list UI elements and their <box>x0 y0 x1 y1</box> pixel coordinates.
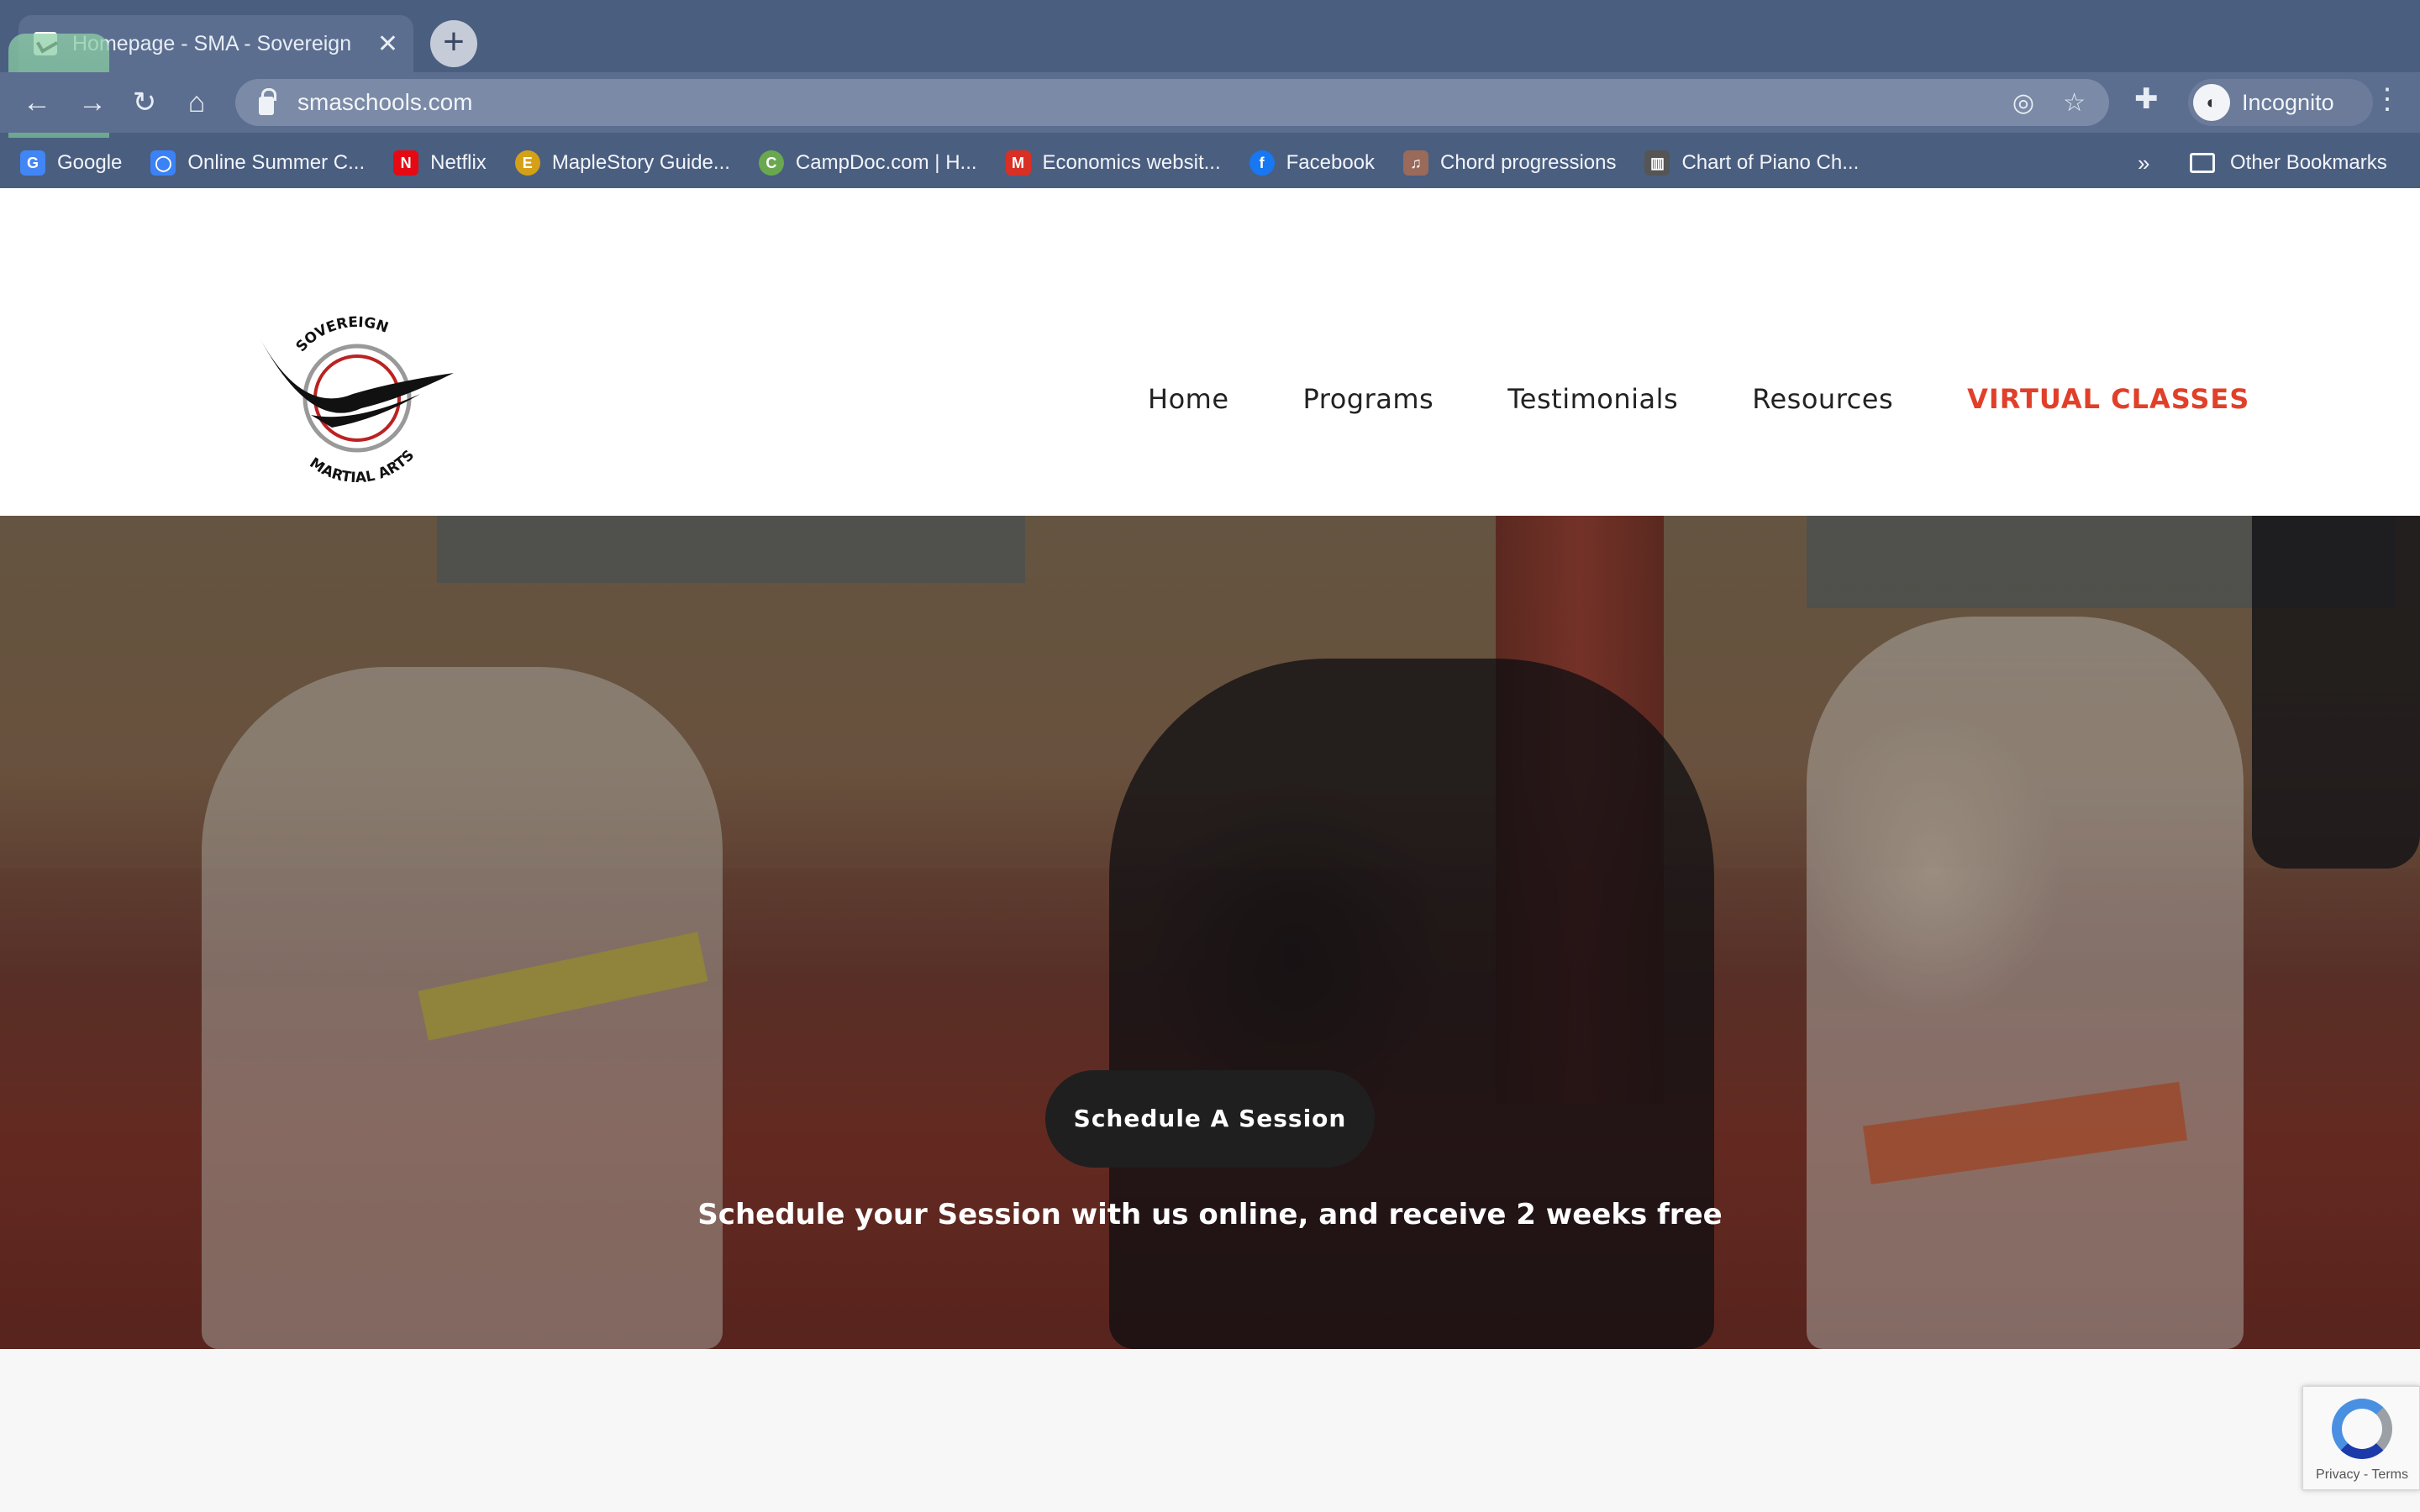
browser-chrome: Homepage - SMA - Sovereign ✕ + ← → ↻ ⌂ s… <box>0 0 2420 188</box>
bookmark-campdoc[interactable]: C CampDoc.com | H... <box>758 150 977 176</box>
bookmark-label: Online Summer C... <box>187 151 366 174</box>
url-text[interactable]: smaschools.com <box>297 89 1984 116</box>
nav-programs[interactable]: Programs <box>1303 383 1434 415</box>
nav-testimonials[interactable]: Testimonials <box>1507 383 1678 415</box>
incognito-icon: ◐ <box>2193 84 2230 121</box>
bookmark-label: Google <box>57 151 123 174</box>
bookmark-netflix[interactable]: N Netflix <box>393 150 487 176</box>
bookmarks-bar: G Google ◯ Online Summer C... N Netflix … <box>0 138 2420 188</box>
folder-icon <box>2190 153 2215 173</box>
apple-icon: ◯ <box>150 150 176 176</box>
web-page: SOVEREIGN MARTIAL ARTS Home Programs Tes… <box>0 188 2420 1512</box>
extensions-icon[interactable]: ✚ <box>2134 82 2159 116</box>
other-bookmarks-folder[interactable]: Other Bookmarks <box>2190 138 2387 188</box>
schedule-session-button[interactable]: Schedule A Session <box>1045 1070 1375 1168</box>
lock-icon <box>259 88 276 115</box>
address-bar[interactable]: smaschools.com ◎ ☆ <box>235 79 2109 126</box>
bookmark-label: CampDoc.com | H... <box>795 151 977 174</box>
bookmark-label: Netflix <box>430 151 487 174</box>
kebab-menu-icon[interactable]: ⋮ <box>2373 82 2402 116</box>
nav-resources[interactable]: Resources <box>1752 383 1893 415</box>
recaptcha-icon <box>2332 1399 2392 1459</box>
economics-icon: M <box>1005 150 1031 176</box>
maplestory-icon: E <box>514 150 540 176</box>
chord-icon: ♫ <box>1403 150 1429 176</box>
forward-arrow-icon[interactable]: → <box>72 82 113 123</box>
bookmark-google[interactable]: G Google <box>20 150 122 176</box>
close-tab-icon[interactable]: ✕ <box>377 29 398 59</box>
facebook-icon: f <box>1249 150 1275 176</box>
back-arrow-icon[interactable]: ← <box>17 82 57 123</box>
google-icon: G <box>20 150 45 176</box>
star-icon[interactable]: ☆ <box>2063 88 2086 118</box>
bookmark-label: Economics websit... <box>1042 151 1221 174</box>
bookmark-piano-chart[interactable]: ▥ Chart of Piano Ch... <box>1644 150 1859 176</box>
netflix-icon: N <box>393 150 419 176</box>
recaptcha-privacy-terms[interactable]: Privacy - Terms <box>2303 1467 2420 1483</box>
nav-home[interactable]: Home <box>1148 383 1229 415</box>
bookmark-economics[interactable]: M Economics websit... <box>1005 150 1221 176</box>
bookmark-maplestory[interactable]: E MapleStory Guide... <box>514 150 730 176</box>
incognito-profile-button[interactable]: ◐ Incognito <box>2188 79 2373 126</box>
bookmark-label: Chart of Piano Ch... <box>1681 151 1860 174</box>
recaptcha-badge[interactable]: Privacy - Terms <box>2302 1386 2420 1490</box>
bookmarks-overflow-button[interactable]: » <box>2138 138 2149 188</box>
new-tab-button[interactable]: + <box>430 20 477 67</box>
profile-label: Incognito <box>2242 89 2334 115</box>
eye-slash-icon[interactable]: ◎ <box>2012 88 2034 118</box>
nav-virtual-classes[interactable]: VIRTUAL CLASSES <box>1967 383 2249 415</box>
home-icon[interactable]: ⌂ <box>176 82 217 123</box>
main-nav: Home Programs Testimonials Resources VIR… <box>1148 383 2249 415</box>
bookmark-label: Facebook <box>1286 151 1376 174</box>
bookmark-label: MapleStory Guide... <box>551 151 730 174</box>
other-bookmarks-label: Other Bookmarks <box>2230 151 2387 174</box>
reload-icon[interactable]: ↻ <box>124 82 165 123</box>
logo-bottom-text: MARTIAL ARTS <box>307 447 418 482</box>
sovereign-martial-arts-logo[interactable]: SOVEREIGN MARTIAL ARTS <box>252 314 462 482</box>
campdoc-icon: C <box>758 150 784 176</box>
bookmark-label: Chord progressions <box>1440 151 1617 174</box>
bookmark-online-summer[interactable]: ◯ Online Summer C... <box>150 150 365 176</box>
browser-toolbar: ← → ↻ ⌂ smaschools.com ◎ ☆ ✚ ◐ Incognito… <box>0 72 2420 133</box>
bookmark-chord-progressions[interactable]: ♫ Chord progressions <box>1403 150 1616 176</box>
hero-banner: Schedule A Session Schedule your Session… <box>0 516 2420 1349</box>
bookmark-facebook[interactable]: f Facebook <box>1249 150 1375 176</box>
hero-tagline: Schedule your Session with us online, an… <box>697 1198 1723 1231</box>
piano-icon: ▥ <box>1644 150 1670 176</box>
tab-strip: Homepage - SMA - Sovereign ✕ + <box>0 0 2420 72</box>
tab-title: Homepage - SMA - Sovereign <box>72 31 352 55</box>
svg-text:MARTIAL ARTS: MARTIAL ARTS <box>307 447 418 482</box>
site-header: SOVEREIGN MARTIAL ARTS Home Programs Tes… <box>0 188 2420 516</box>
